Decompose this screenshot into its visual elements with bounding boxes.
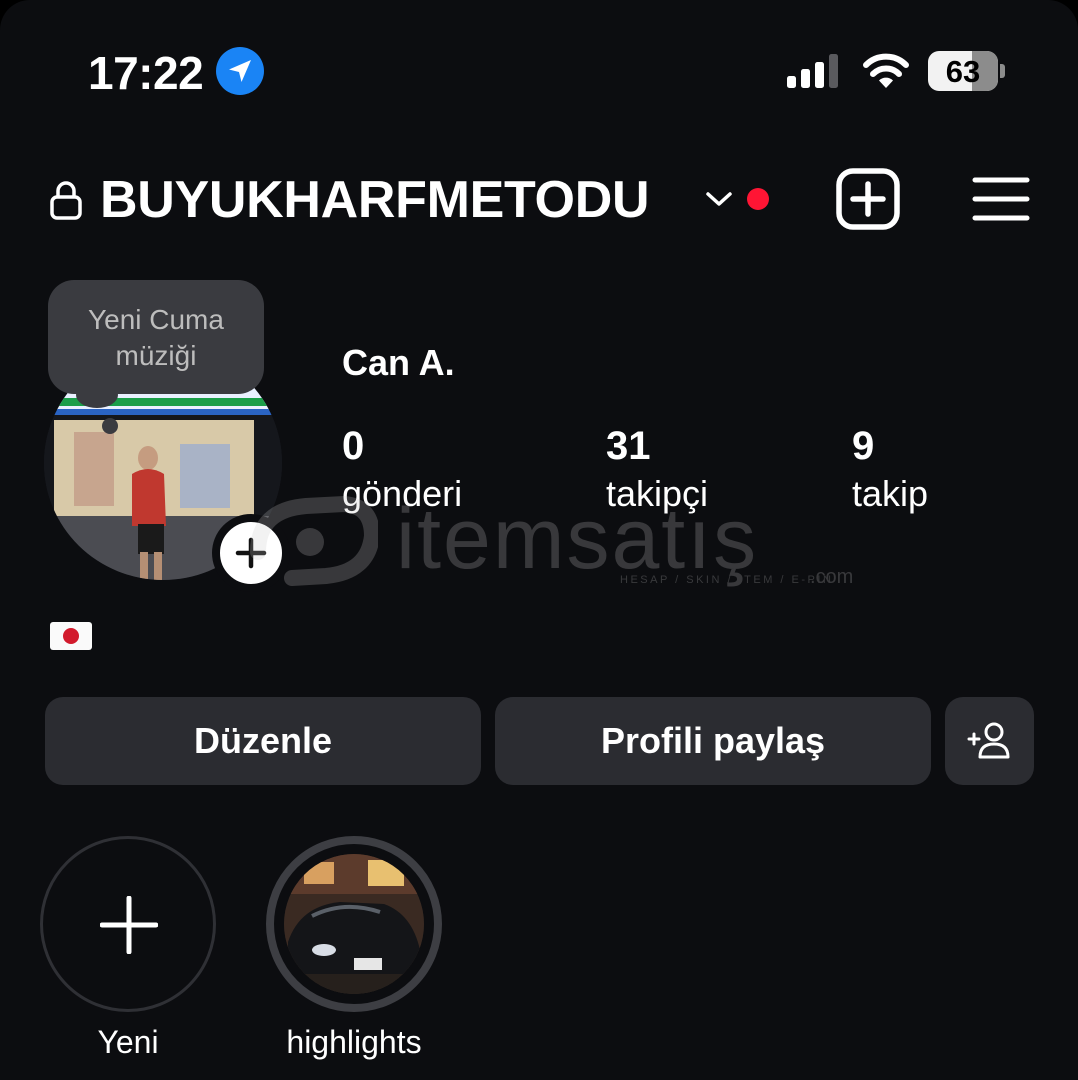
battery-level: 63 [945, 54, 981, 89]
watermark-brand: itemsatış [396, 491, 759, 587]
share-profile-button[interactable]: Profili paylaş [495, 697, 931, 785]
highlight-label: highlights [286, 1024, 422, 1060]
watermark-tagline: HESAP / SKIN / ITEM / E-PIN [620, 574, 834, 586]
username-switcher[interactable]: BUYUKHARFMETODU [100, 170, 650, 230]
highlight-cover-image[interactable] [284, 854, 424, 994]
note-text-line1: Yeni Cuma [88, 304, 224, 335]
battery-tip [1000, 64, 1005, 78]
wifi-icon [863, 53, 909, 88]
stat-posts-count: 0 [342, 424, 365, 468]
add-person-icon [967, 722, 1010, 759]
note-bubble[interactable]: Yeni Cuma müziği [48, 280, 264, 394]
watermark-logo-icon [250, 495, 378, 586]
display-name: Can A. [342, 342, 455, 383]
lock-icon [50, 181, 82, 220]
notification-dot [747, 188, 769, 210]
stat-followers-count: 31 [606, 424, 651, 468]
location-arrow-icon [216, 47, 264, 95]
note-text-line2: müziği [115, 340, 197, 371]
chevron-down-icon[interactable] [705, 190, 733, 208]
note-bubble-tail-dot [102, 418, 118, 434]
watermark: itemsatış HESAP / SKIN / ITEM / E-PIN .c… [248, 492, 868, 592]
create-plus-icon[interactable] [836, 168, 900, 230]
profile-screen: 17:22 63 BUYUKHARFMETODU Yeni Cuma müziğ… [0, 0, 1078, 1080]
hamburger-menu-icon[interactable] [972, 176, 1030, 222]
watermark-domain: .com [810, 566, 854, 588]
stat-following-count: 9 [852, 424, 875, 468]
japan-flag-icon [50, 622, 92, 650]
plus-icon [100, 896, 158, 954]
discover-people-button[interactable] [945, 697, 1034, 785]
status-time: 17:22 [88, 47, 204, 99]
edit-profile-button[interactable]: Düzenle [45, 697, 481, 785]
battery-icon: 63 [928, 51, 998, 91]
cellular-signal-icon [787, 54, 838, 88]
new-highlight-button[interactable] [40, 836, 216, 1012]
highlight-label-new: Yeni [97, 1024, 159, 1060]
